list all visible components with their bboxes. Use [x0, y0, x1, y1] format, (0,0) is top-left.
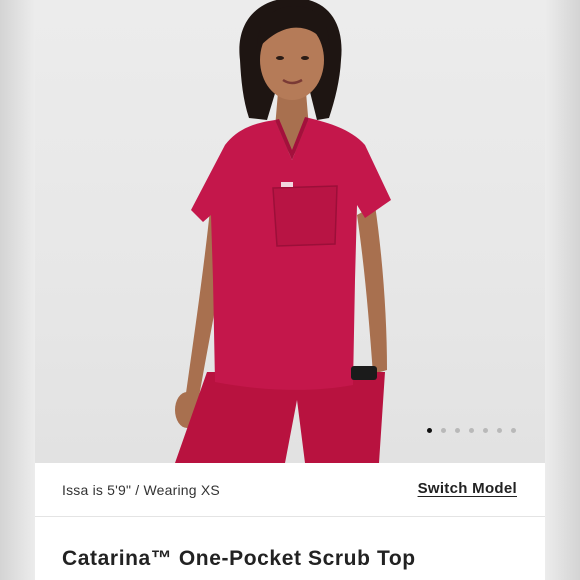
pagination-dot-active[interactable] [427, 428, 432, 433]
product-card: Issa is 5'9" / Wearing XS Switch Model C… [35, 0, 545, 580]
product-image-gallery[interactable] [35, 0, 545, 463]
pagination-dot[interactable] [455, 428, 460, 433]
product-photo [175, 0, 391, 463]
pagination-dot[interactable] [511, 428, 516, 433]
pagination-dot[interactable] [483, 428, 488, 433]
model-size-info: Issa is 5'9" / Wearing XS [62, 482, 220, 498]
model-info-bar: Issa is 5'9" / Wearing XS Switch Model [35, 463, 545, 517]
pagination-dot[interactable] [441, 428, 446, 433]
switch-model-link[interactable]: Switch Model [418, 480, 517, 497]
pagination-dot[interactable] [497, 428, 502, 433]
gallery-pagination [427, 428, 516, 433]
right-margin [545, 0, 580, 580]
pagination-dot[interactable] [469, 428, 474, 433]
left-margin [0, 0, 35, 580]
product-title: Catarina™ One-Pocket Scrub Top [62, 547, 416, 570]
